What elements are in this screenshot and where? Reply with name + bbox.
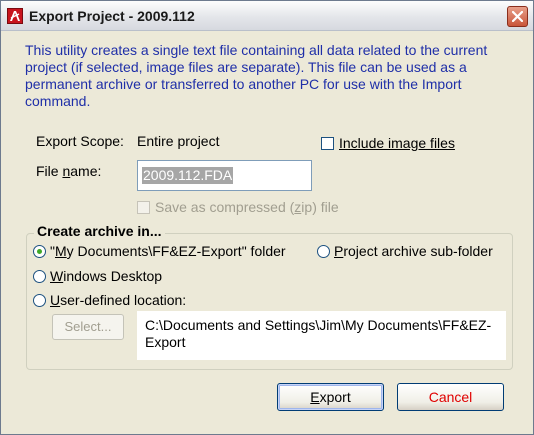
radio-windows-desktop-dot[interactable] [33,269,46,283]
file-name-label-prefix: File [36,163,63,179]
radio-user-defined-dot[interactable] [33,293,46,307]
window-title: Export Project - 2009.112 [29,8,195,24]
radio-project-archive-mnemonic: P [334,243,344,259]
file-name-value: 2009.112.FDA [142,167,234,184]
app-logo-icon [7,8,23,24]
radio-user-defined-label: User-defined location: [50,292,186,308]
description-text: This utility creates a single text file … [25,42,488,109]
save-compressed-checkbox[interactable]: Save as compressed (zip) file [137,199,339,215]
radio-my-documents-folder[interactable]: "My Documents\FF&EZ-Export" folder [33,243,286,259]
radio-windows-desktop[interactable]: Windows Desktop [33,268,162,284]
file-name-input[interactable]: 2009.112.FDA [137,160,312,191]
export-button-label: xport [319,389,351,405]
radio-project-archive-label: Project archive sub-folder [334,243,493,259]
cancel-button-label: Cancel [428,389,473,405]
radio-project-archive-suffix: roject archive sub-folder [343,243,493,259]
export-scope-label: Export Scope: [36,133,124,149]
file-name-label-suffix: ame: [70,163,102,179]
include-image-files-box[interactable] [321,136,334,150]
dialog-body: This utility creates a single text file … [5,32,529,432]
cancel-button[interactable]: Cancel [397,383,504,411]
radio-my-documents-label: "My Documents\FF&EZ-Export" folder [50,243,286,259]
create-archive-title: Create archive in... [34,223,165,239]
radio-windows-desktop-mnemonic: W [50,268,64,284]
save-compressed-label: Save as compressed (zip) file [155,199,339,215]
radio-my-documents-dot[interactable] [33,244,46,258]
radio-project-archive-subfolder[interactable]: Project archive sub-folder [317,243,493,259]
radio-project-archive-dot[interactable] [317,244,330,258]
select-location-button[interactable]: Select... [52,314,124,340]
save-compressed-label-suffix: ip) file [301,199,339,215]
user-defined-location-value: C:\Documents and Settings\Jim\My Documen… [145,317,492,350]
radio-my-documents-suffix: y Documents\FF&EZ-Export" folder [66,243,286,259]
title-bar[interactable]: Export Project - 2009.112 [1,1,533,31]
save-compressed-label-prefix: Save as compressed ( [155,199,295,215]
file-name-label: File name: [36,163,101,179]
radio-user-defined-location[interactable]: User-defined location: [33,292,186,308]
radio-user-defined-mnemonic: U [50,292,61,308]
export-project-dialog: Export Project - 2009.112 This utility c… [0,0,534,435]
radio-windows-desktop-label: Windows Desktop [50,268,162,284]
export-button[interactable]: Export [277,383,384,411]
radio-user-defined-suffix: ser-defined location: [60,292,187,308]
user-defined-location-field[interactable]: C:\Documents and Settings\Jim\My Documen… [137,311,506,360]
include-image-files-label: Include image files [339,135,455,151]
close-icon [512,11,523,22]
close-button[interactable] [507,6,528,27]
export-scope-value: Entire project [137,133,220,149]
include-image-files-text: Include image files [339,135,455,151]
include-image-files-checkbox[interactable]: Include image files [321,135,455,151]
export-button-mnemonic: E [310,389,320,405]
save-compressed-box[interactable] [137,200,150,214]
radio-my-documents-mnemonic: M [54,243,67,259]
radio-windows-desktop-suffix: indows Desktop [63,268,163,284]
